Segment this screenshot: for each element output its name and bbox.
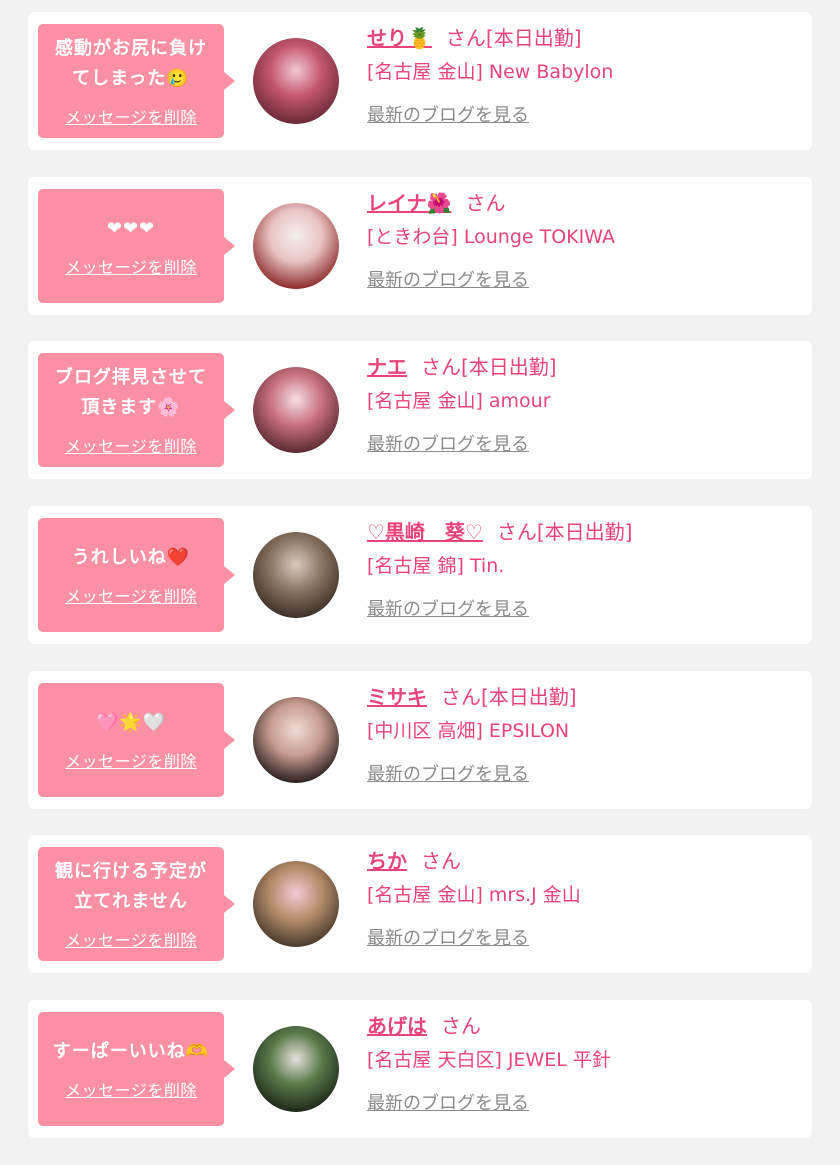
sender-name-link[interactable]: あげは xyxy=(367,1014,427,1038)
avatar-image xyxy=(253,38,339,124)
sender-info: せり🍍 さん[本日出勤] [名古屋 金山] New Babylon 最新のブログを… xyxy=(367,22,797,131)
shop-info: [中川区 高畑] EPSILON xyxy=(367,720,570,742)
sender-suffix: さん[本日出勤] xyxy=(421,355,557,379)
sender-line: あげは さん xyxy=(367,1010,797,1042)
sender-suffix: さん xyxy=(441,1014,481,1038)
message-text: すーぱーいいね🫶 xyxy=(52,1041,210,1062)
sender-info: ちか さん [名古屋 金山] mrs.J 金山 最新のブログを見る xyxy=(367,845,797,954)
message-bubble: 観に行ける予定が 立てれません メッセージを削除 xyxy=(38,847,235,961)
message-card: ❤❤❤ メッセージを削除 レイナ🌺 さん [ときわ台] Lounge TOKIWA… xyxy=(28,177,812,315)
blog-link[interactable]: 最新のブログを見る xyxy=(367,266,529,296)
delete-message-link[interactable]: メッセージを削除 xyxy=(65,254,197,278)
sender-name-link[interactable]: レイナ🌺 xyxy=(367,191,452,215)
message-text: ブログ拝見させて 頂きます🌸 xyxy=(55,367,207,418)
sender-info: あげは さん [名古屋 天白区] JEWEL 平針 最新のブログを見る xyxy=(367,1010,797,1119)
message-list: 感動がお尻に負け てしまった🥲 メッセージを削除 せり🍍 さん[本日出勤] [名古… xyxy=(0,0,840,1165)
shop-info: [名古屋 金山] mrs.J 金山 xyxy=(367,884,581,906)
avatar-image xyxy=(253,1026,339,1112)
sender-suffix: さん xyxy=(421,849,461,873)
avatar[interactable] xyxy=(253,532,339,618)
message-bubble: うれしいね❤️ メッセージを削除 xyxy=(38,518,235,632)
sender-name-link[interactable]: ちか xyxy=(367,849,407,873)
blog-link[interactable]: 最新のブログを見る xyxy=(367,595,529,625)
sender-info: レイナ🌺 さん [ときわ台] Lounge TOKIWA 最新のブログを見る xyxy=(367,187,797,296)
blog-link[interactable]: 最新のブログを見る xyxy=(367,430,529,460)
avatar[interactable] xyxy=(253,38,339,124)
sender-suffix: さん xyxy=(465,191,506,215)
avatar[interactable] xyxy=(253,697,339,783)
sender-name-link[interactable]: ナエ xyxy=(367,355,407,379)
message-text: ❤❤❤ xyxy=(106,218,156,239)
sender-line: ミサキ さん[本日出勤] xyxy=(367,681,797,713)
sender-suffix: さん[本日出勤] xyxy=(496,520,633,544)
message-card: 観に行ける予定が 立てれません メッセージを削除 ちか さん [名古屋 金山] m… xyxy=(28,835,812,973)
avatar[interactable] xyxy=(253,203,339,289)
sender-suffix: さん[本日出勤] xyxy=(441,685,577,709)
avatar-image xyxy=(253,697,339,783)
delete-message-link[interactable]: メッセージを削除 xyxy=(65,433,197,457)
delete-message-link[interactable]: メッセージを削除 xyxy=(65,748,197,772)
delete-message-link[interactable]: メッセージを削除 xyxy=(65,927,197,951)
delete-message-link[interactable]: メッセージを削除 xyxy=(65,1077,197,1101)
avatar-image xyxy=(253,203,339,289)
sender-suffix: さん[本日出勤] xyxy=(445,26,582,50)
message-bubble: ❤❤❤ メッセージを削除 xyxy=(38,189,235,303)
blog-link[interactable]: 最新のブログを見る xyxy=(367,760,529,790)
sender-name-link[interactable]: ミサキ xyxy=(367,685,427,709)
message-text: 感動がお尻に負け てしまった🥲 xyxy=(55,38,207,89)
avatar[interactable] xyxy=(253,861,339,947)
message-bubble: 感動がお尻に負け てしまった🥲 メッセージを削除 xyxy=(38,24,235,138)
message-card: うれしいね❤️ メッセージを削除 ♡黒崎 葵♡ さん[本日出勤] [名古屋 錦] … xyxy=(28,506,812,644)
message-card: ブログ拝見させて 頂きます🌸 メッセージを削除 ナエ さん[本日出勤] [名古屋 … xyxy=(28,341,812,479)
message-bubble: すーぱーいいね🫶 メッセージを削除 xyxy=(38,1012,235,1126)
shop-info: [名古屋 天白区] JEWEL 平針 xyxy=(367,1049,611,1071)
message-card: 🩷🌟🤍 メッセージを削除 ミサキ さん[本日出勤] [中川区 高畑] EPSILO… xyxy=(28,671,812,809)
delete-message-link[interactable]: メッセージを削除 xyxy=(65,583,197,607)
sender-name-link[interactable]: せり🍍 xyxy=(367,26,432,50)
message-text: 🩷🌟🤍 xyxy=(95,712,167,733)
message-card: 感動がお尻に負け てしまった🥲 メッセージを削除 せり🍍 さん[本日出勤] [名古… xyxy=(28,12,812,150)
sender-info: ミサキ さん[本日出勤] [中川区 高畑] EPSILON 最新のブログを見る xyxy=(367,681,797,790)
sender-line: レイナ🌺 さん xyxy=(367,187,797,219)
message-text: うれしいね❤️ xyxy=(71,547,191,568)
message-card: すーぱーいいね🫶 メッセージを削除 あげは さん [名古屋 天白区] JEWEL … xyxy=(28,1000,812,1138)
avatar[interactable] xyxy=(253,367,339,453)
sender-name-link[interactable]: ♡黒崎 葵♡ xyxy=(367,520,483,544)
shop-info: [名古屋 金山] New Babylon xyxy=(367,61,614,83)
sender-info: ♡黒崎 葵♡ さん[本日出勤] [名古屋 錦] Tin. 最新のブログを見る xyxy=(367,516,797,625)
delete-message-link[interactable]: メッセージを削除 xyxy=(65,104,197,128)
sender-info: ナエ さん[本日出勤] [名古屋 金山] amour 最新のブログを見る xyxy=(367,351,797,460)
sender-line: ちか さん xyxy=(367,845,797,877)
shop-info: [名古屋 金山] amour xyxy=(367,390,551,412)
avatar-image xyxy=(253,532,339,618)
sender-line: ナエ さん[本日出勤] xyxy=(367,351,797,383)
avatar[interactable] xyxy=(253,1026,339,1112)
shop-info: [ときわ台] Lounge TOKIWA xyxy=(367,226,615,248)
message-text: 観に行ける予定が 立てれません xyxy=(55,861,207,912)
blog-link[interactable]: 最新のブログを見る xyxy=(367,101,529,131)
avatar-image xyxy=(253,861,339,947)
sender-line: ♡黒崎 葵♡ さん[本日出勤] xyxy=(367,516,797,548)
shop-info: [名古屋 錦] Tin. xyxy=(367,555,505,577)
sender-line: せり🍍 さん[本日出勤] xyxy=(367,22,797,54)
message-bubble: ブログ拝見させて 頂きます🌸 メッセージを削除 xyxy=(38,353,235,467)
blog-link[interactable]: 最新のブログを見る xyxy=(367,1089,529,1119)
blog-link[interactable]: 最新のブログを見る xyxy=(367,924,529,954)
message-bubble: 🩷🌟🤍 メッセージを削除 xyxy=(38,683,235,797)
avatar-image xyxy=(253,367,339,453)
